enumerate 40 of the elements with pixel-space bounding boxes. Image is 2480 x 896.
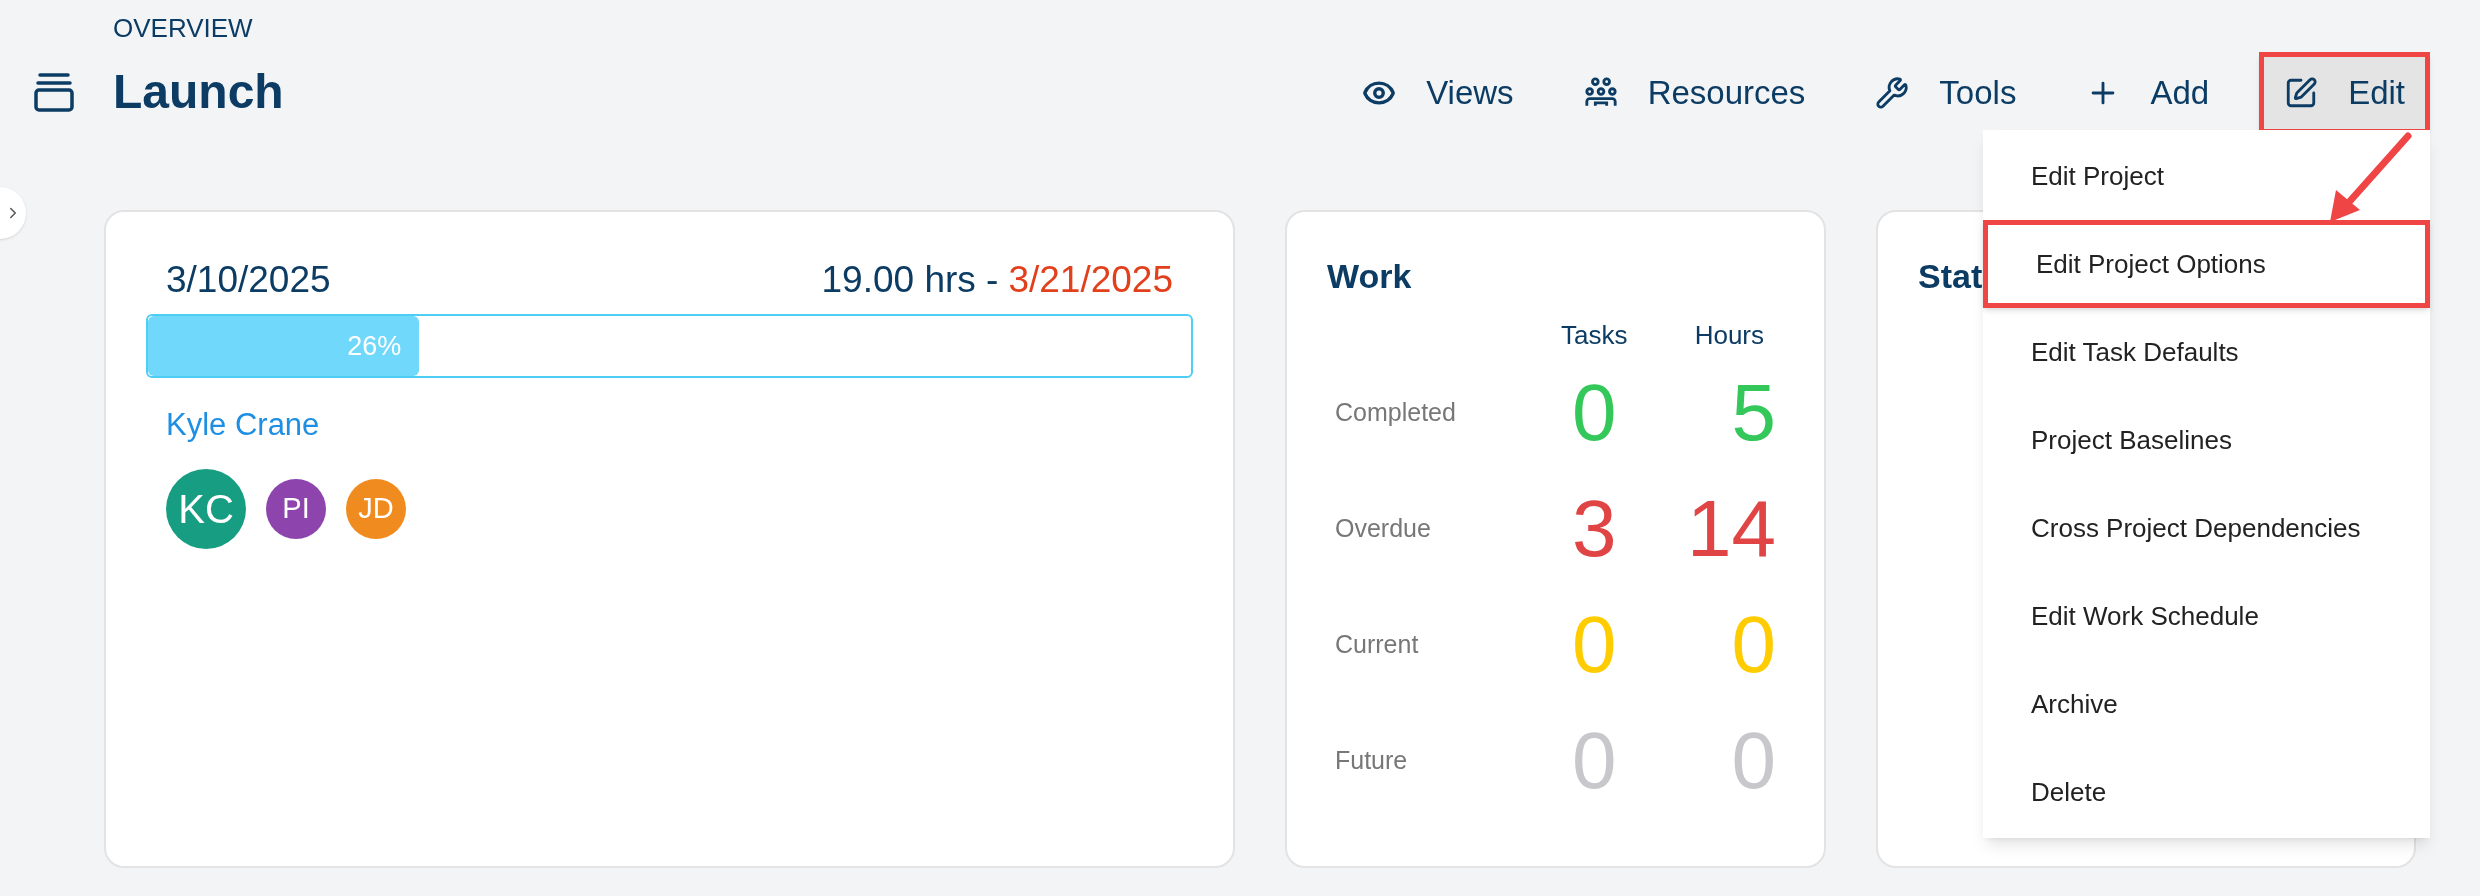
- start-date: 3/10/2025: [166, 258, 331, 302]
- menu-item[interactable]: Project Baselines: [1983, 396, 2430, 484]
- menu-item[interactable]: Edit Task Defaults: [1983, 308, 2430, 396]
- row-label: Current: [1334, 629, 1420, 661]
- menu-item[interactable]: Delete: [1983, 748, 2430, 836]
- row-label: Overdue: [1334, 513, 1432, 545]
- menu-item[interactable]: Archive: [1983, 660, 2430, 748]
- card-title: Stat: [1918, 256, 1983, 296]
- task-count: 0: [1571, 715, 1618, 807]
- edit-icon: [2284, 76, 2319, 110]
- hour-count: 0: [1730, 599, 1776, 691]
- stack-icon: [34, 72, 74, 112]
- toolbar-button[interactable]: Tools: [1855, 52, 2037, 134]
- project-title: Launch: [113, 64, 284, 120]
- avatar: KC: [166, 468, 246, 549]
- task-count: 3: [1571, 483, 1618, 575]
- avatar: JD: [346, 478, 406, 539]
- menu-item[interactable]: Edit Project: [1983, 132, 2430, 220]
- card-title: Work: [1327, 256, 1413, 296]
- toolbar-button[interactable]: Add: [2066, 52, 2230, 134]
- menu-item[interactable]: Edit Project Options: [1983, 220, 2430, 308]
- menu-item[interactable]: Cross Project Dependencies: [1983, 484, 2430, 572]
- progress-reading: 26%: [347, 329, 402, 363]
- hour-count: 5: [1730, 367, 1776, 459]
- end-date: 3/21/2025: [1008, 258, 1173, 302]
- hour-count: 14: [1686, 483, 1776, 575]
- section-label: OVERVIEW: [113, 12, 254, 44]
- task-count: 0: [1571, 367, 1618, 459]
- row-label: Future: [1334, 745, 1409, 777]
- duration-hours: 19.00 hrs -: [821, 258, 999, 302]
- hour-count: 0: [1730, 715, 1776, 807]
- toolbar-button[interactable]: Resources: [1563, 52, 1826, 134]
- menu-item[interactable]: Edit Work Schedule: [1983, 572, 2430, 660]
- toolbar-button[interactable]: Views: [1342, 52, 1534, 134]
- row-label: Completed: [1334, 397, 1457, 429]
- wrench-icon: [1875, 76, 1910, 110]
- avatar: PI: [266, 478, 326, 539]
- column-header: Tasks: [1560, 319, 1629, 352]
- column-header: Hours: [1693, 319, 1765, 352]
- task-count: 0: [1571, 599, 1618, 691]
